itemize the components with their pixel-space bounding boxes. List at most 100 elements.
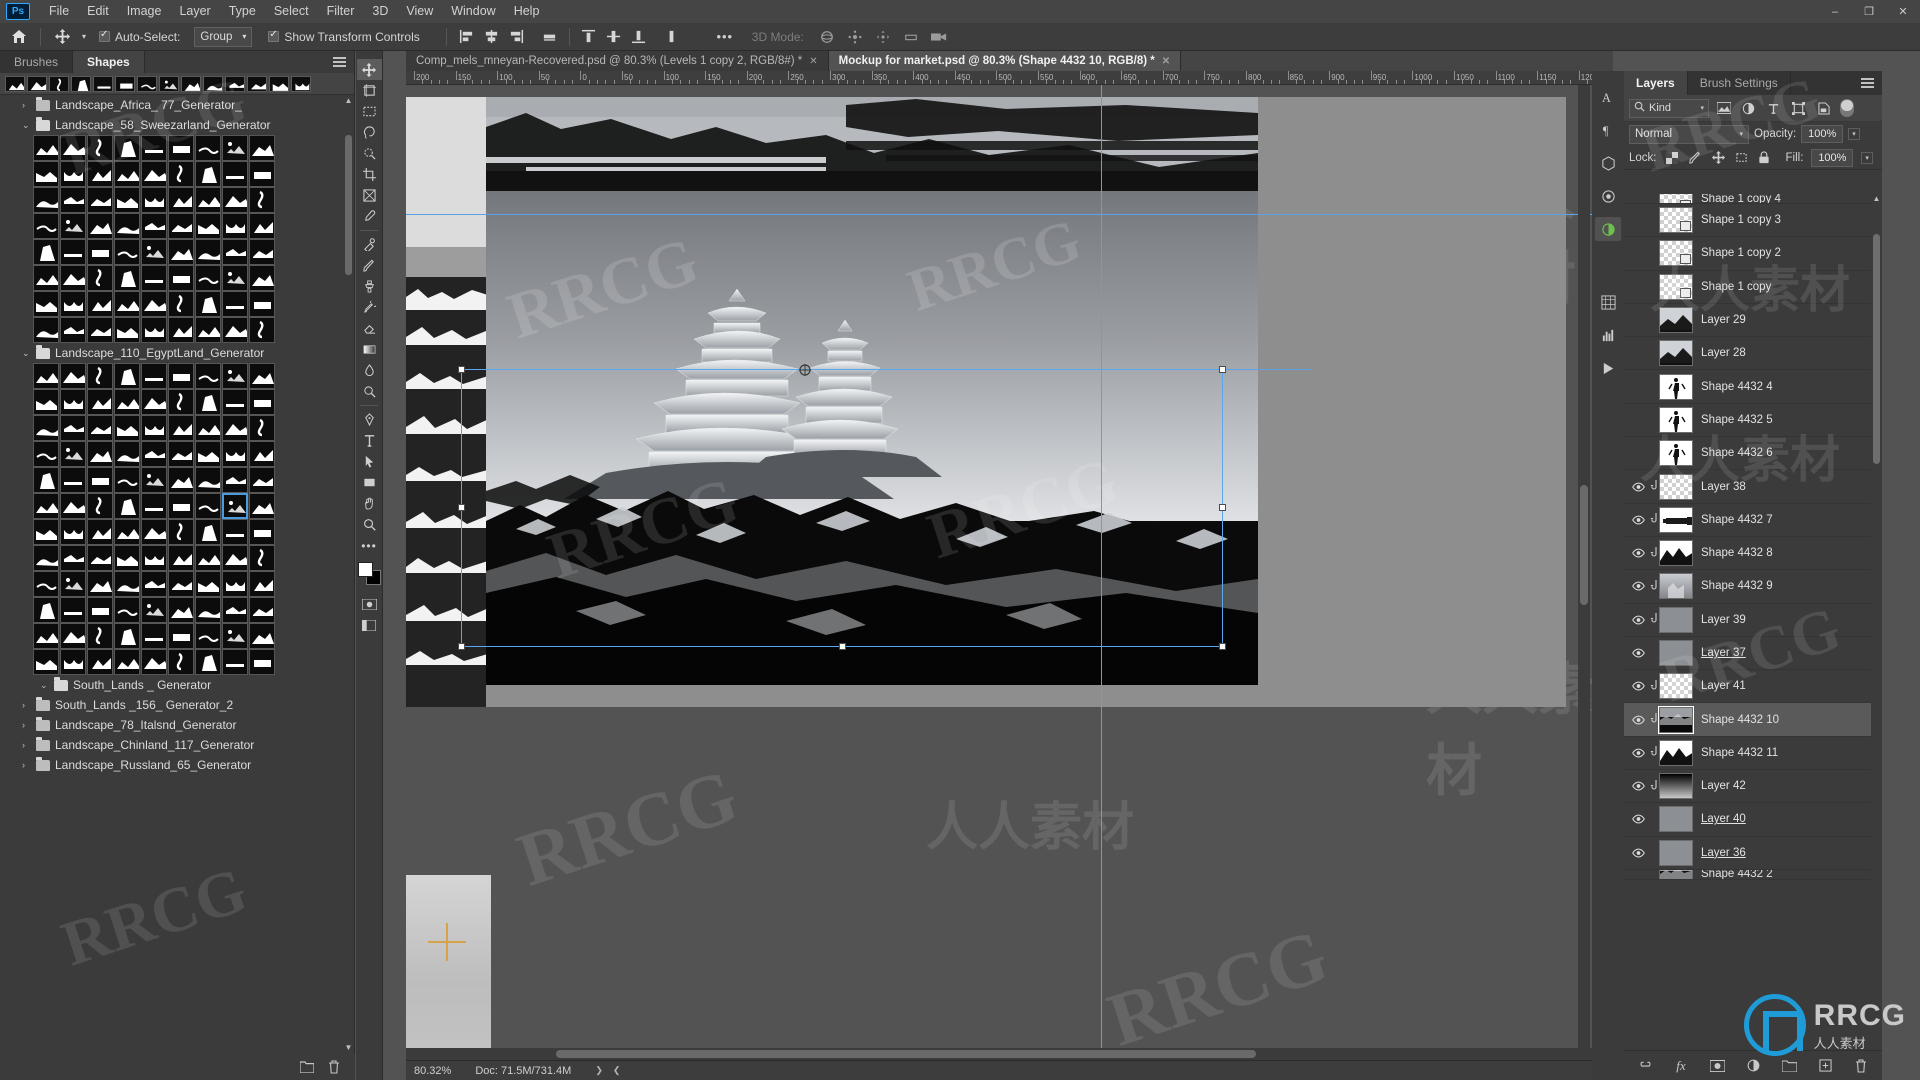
canvas-area[interactable]: RRCG RRCG 人人素材 RRCG RRCG 人人素材 人人素材 RRCG … bbox=[406, 85, 1613, 1060]
chevron-right-icon[interactable]: › bbox=[22, 700, 31, 710]
smart-object-filter-icon[interactable] bbox=[1813, 99, 1834, 118]
paragraph-panel-icon[interactable]: ¶ bbox=[1595, 118, 1621, 142]
shape-swatch[interactable] bbox=[195, 571, 221, 597]
shape-swatch[interactable] bbox=[141, 239, 167, 265]
pen-tool[interactable] bbox=[357, 409, 382, 430]
blend-mode-dropdown[interactable]: Normal ▾ bbox=[1629, 124, 1749, 144]
layer-row[interactable]: Layer 36 bbox=[1624, 837, 1882, 870]
shape-swatch[interactable] bbox=[87, 623, 113, 649]
shape-swatch[interactable] bbox=[33, 265, 59, 291]
shape-swatch[interactable] bbox=[168, 291, 194, 317]
shape-swatch[interactable] bbox=[33, 623, 59, 649]
shape-swatch[interactable] bbox=[141, 291, 167, 317]
shape-swatch[interactable] bbox=[114, 545, 140, 571]
layer-thumbnail[interactable] bbox=[1659, 240, 1693, 267]
layer-visibility-icon[interactable] bbox=[1627, 548, 1649, 558]
new-layer-icon[interactable] bbox=[1817, 1057, 1834, 1074]
shape-swatch[interactable] bbox=[60, 291, 86, 317]
shape-thumbnail[interactable] bbox=[115, 75, 135, 92]
quick-select-tool[interactable] bbox=[357, 143, 382, 164]
healing-brush-tool[interactable] bbox=[357, 234, 382, 255]
layer-name[interactable]: Layer 41 bbox=[1701, 680, 1746, 692]
layer-row[interactable]: Layer 37 bbox=[1624, 637, 1882, 671]
shape-swatch[interactable] bbox=[60, 571, 86, 597]
transform-handle-ml[interactable] bbox=[458, 504, 465, 511]
shape-swatch[interactable] bbox=[195, 545, 221, 571]
lock-transparent-pixels-icon[interactable] bbox=[1665, 150, 1680, 165]
shape-swatch[interactable] bbox=[141, 213, 167, 239]
menu-file[interactable]: File bbox=[40, 0, 78, 23]
layer-name[interactable]: Shape 4432 8 bbox=[1701, 547, 1773, 559]
shape-swatch[interactable] bbox=[60, 317, 86, 343]
shape-thumbnail[interactable] bbox=[93, 75, 113, 92]
zoom-level[interactable]: 80.32% bbox=[414, 1065, 451, 1077]
shape-swatch[interactable] bbox=[114, 265, 140, 291]
shape-swatch[interactable] bbox=[168, 187, 194, 213]
shape-swatch[interactable] bbox=[195, 135, 221, 161]
shape-swatch[interactable] bbox=[195, 389, 221, 415]
shape-swatch[interactable] bbox=[168, 363, 194, 389]
shape-swatch[interactable] bbox=[222, 291, 248, 317]
layer-thumbnail[interactable] bbox=[1659, 839, 1693, 866]
shape-swatch[interactable] bbox=[87, 467, 113, 493]
shape-swatch[interactable] bbox=[249, 623, 275, 649]
shape-swatch[interactable] bbox=[114, 363, 140, 389]
shape-swatch[interactable] bbox=[33, 135, 59, 161]
scroll-up-icon[interactable]: ▲ bbox=[1871, 194, 1882, 203]
shape-swatch[interactable] bbox=[141, 467, 167, 493]
shape-swatch[interactable] bbox=[114, 317, 140, 343]
layer-visibility-icon[interactable] bbox=[1627, 781, 1649, 791]
shape-swatch[interactable] bbox=[87, 597, 113, 623]
shape-swatch[interactable] bbox=[222, 441, 248, 467]
layer-list[interactable]: Shape 1 copy 4 Shape 1 copy 3 Shape 1 copy… bbox=[1624, 194, 1882, 1050]
shape-swatch[interactable] bbox=[168, 389, 194, 415]
transform-selection-box[interactable] bbox=[461, 369, 1223, 647]
type-filter-icon[interactable] bbox=[1763, 99, 1784, 118]
shapes-folder-0[interactable]: › Landscape_Africa_ 77_Generator_ bbox=[0, 95, 344, 115]
layer-name[interactable]: Layer 36 bbox=[1701, 847, 1746, 859]
shape-swatch[interactable] bbox=[141, 317, 167, 343]
layer-row[interactable]: Shape 4432 9 bbox=[1624, 570, 1882, 604]
color-swatches[interactable] bbox=[357, 562, 382, 588]
auto-select-option[interactable]: Auto-Select: bbox=[93, 29, 186, 44]
shape-swatch[interactable] bbox=[141, 187, 167, 213]
chevron-right-icon[interactable]: › bbox=[22, 760, 31, 770]
eyedropper-tool[interactable] bbox=[357, 206, 382, 227]
shape-swatch[interactable] bbox=[114, 571, 140, 597]
home-icon[interactable] bbox=[6, 25, 32, 49]
shape-swatch[interactable] bbox=[195, 649, 221, 675]
shape-swatch[interactable] bbox=[87, 519, 113, 545]
layer-row[interactable]: Shape 4432 6 bbox=[1624, 437, 1882, 471]
shape-swatch[interactable] bbox=[195, 597, 221, 623]
fill-stepper-icon[interactable]: ▾ bbox=[1861, 151, 1873, 164]
3d-pan-icon[interactable] bbox=[870, 25, 896, 49]
transform-handle-tl[interactable] bbox=[458, 366, 465, 373]
shape-swatch[interactable] bbox=[222, 493, 248, 519]
move-tool[interactable] bbox=[356, 59, 382, 80]
layer-name[interactable]: Shape 1 copy bbox=[1701, 281, 1771, 293]
shape-swatch[interactable] bbox=[141, 623, 167, 649]
shape-swatch[interactable] bbox=[222, 623, 248, 649]
layer-thumbnail[interactable] bbox=[1659, 540, 1693, 567]
layer-thumbnail[interactable] bbox=[1659, 573, 1693, 600]
shape-swatch[interactable] bbox=[33, 571, 59, 597]
layer-thumbnail[interactable] bbox=[1659, 806, 1693, 833]
shape-swatch[interactable] bbox=[114, 467, 140, 493]
shape-swatch[interactable] bbox=[222, 239, 248, 265]
shape-swatch[interactable] bbox=[60, 597, 86, 623]
shape-swatch[interactable] bbox=[87, 135, 113, 161]
layer-thumbnail[interactable] bbox=[1659, 440, 1693, 467]
prev-arrow-icon[interactable]: ❮ bbox=[613, 1065, 621, 1076]
fill-input[interactable]: 100% bbox=[1811, 148, 1854, 167]
layer-row[interactable]: Layer 38 bbox=[1624, 470, 1882, 504]
transform-handle-mr[interactable] bbox=[1219, 504, 1226, 511]
shape-swatch[interactable] bbox=[249, 135, 275, 161]
shape-swatch[interactable] bbox=[60, 441, 86, 467]
shape-swatch[interactable] bbox=[168, 519, 194, 545]
layer-name[interactable]: Shape 1 copy 2 bbox=[1701, 247, 1781, 259]
shape-swatch[interactable] bbox=[168, 467, 194, 493]
shape-thumbnail[interactable] bbox=[71, 75, 91, 92]
shape-swatch[interactable] bbox=[33, 467, 59, 493]
shape-thumbnail[interactable] bbox=[225, 75, 245, 92]
shape-swatch[interactable] bbox=[249, 467, 275, 493]
